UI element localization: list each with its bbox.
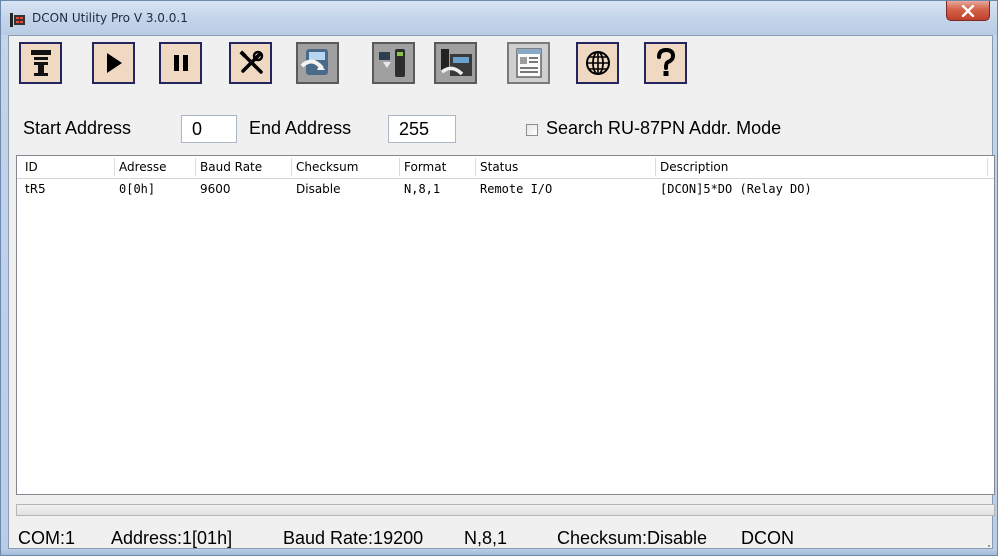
serial-port-icon: [30, 50, 51, 76]
terminal-window-icon: [515, 48, 542, 78]
title-bar[interactable]: DCON Utility Pro V 3.0.0.1: [1, 1, 997, 35]
language-button[interactable]: [576, 42, 619, 84]
pause-icon: [173, 55, 188, 71]
stop-search-button[interactable]: [159, 42, 202, 84]
column-divider[interactable]: [987, 158, 988, 176]
search-mode-label[interactable]: Search RU-87PN Addr. Mode: [546, 118, 781, 139]
status-checksum: Checksum:Disable: [557, 528, 708, 548]
cell-id: tR5: [25, 182, 46, 196]
close-icon: [961, 4, 975, 17]
status-com-port: COM:1: [18, 528, 76, 548]
terminal-button[interactable]: [507, 42, 550, 84]
cell-format: N,8,1: [404, 182, 441, 196]
io-module-icon: [440, 49, 472, 76]
start-address-input[interactable]: 0: [181, 115, 237, 143]
firmware-update-button[interactable]: [372, 42, 415, 84]
module-backup-button[interactable]: [296, 42, 339, 84]
end-address-input[interactable]: 255: [388, 115, 456, 143]
firmware-icon: [378, 49, 405, 77]
column-header-format[interactable]: Format: [400, 156, 475, 178]
cell-checksum: Disable: [296, 182, 341, 196]
tools-button[interactable]: [229, 42, 272, 84]
horizontal-scrollbar[interactable]: [16, 504, 995, 516]
help-button[interactable]: [644, 42, 687, 84]
column-header-description[interactable]: Description: [656, 156, 986, 178]
column-header-baud-rate[interactable]: Baud Rate: [196, 156, 291, 178]
end-address-label: End Address: [249, 118, 352, 138]
close-button[interactable]: [946, 1, 990, 21]
app-logo-icon: [10, 13, 25, 27]
io-module-button[interactable]: [434, 42, 477, 84]
play-icon: [106, 53, 122, 73]
column-header-status[interactable]: Status: [476, 156, 656, 178]
app-window: DCON Utility Pro V 3.0.0.1 Start Address…: [0, 0, 998, 556]
search-mode-checkbox[interactable]: [526, 124, 538, 136]
com-port-settings-button[interactable]: [19, 42, 62, 84]
window-bottom-border: [1, 549, 997, 555]
column-header-id[interactable]: ID: [21, 156, 117, 178]
status-baud-rate: Baud Rate:19200: [283, 528, 424, 548]
start-search-button[interactable]: [92, 42, 135, 84]
tools-icon: [238, 50, 263, 74]
start-address-label: Start Address: [23, 118, 132, 138]
module-transfer-icon: [300, 49, 328, 75]
window-title: DCON Utility Pro V 3.0.0.1: [32, 11, 188, 25]
cell-description: [DCON]5*DO (Relay DO): [660, 182, 812, 196]
cell-status: Remote I/O: [480, 182, 553, 196]
cell-address: 0[0h]: [119, 182, 156, 196]
status-protocol: DCON: [741, 528, 794, 548]
status-format: N,8,1: [464, 528, 508, 548]
list-header: ID Adresse Baud Rate Checksum Format Sta…: [17, 156, 994, 179]
globe-icon: [585, 51, 610, 75]
device-list[interactable]: ID Adresse Baud Rate Checksum Format Sta…: [16, 155, 995, 495]
column-header-checksum[interactable]: Checksum: [292, 156, 399, 178]
cell-baud-rate: 9600: [200, 182, 231, 196]
status-address: Address:1[01h]: [111, 528, 233, 548]
question-icon: [656, 48, 675, 76]
column-header-address[interactable]: Adresse: [115, 156, 197, 178]
